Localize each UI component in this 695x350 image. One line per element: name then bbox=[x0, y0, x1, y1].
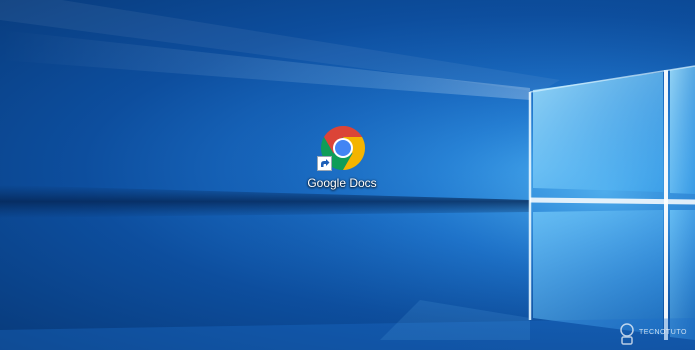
watermark-text: TECNOTUTO bbox=[639, 329, 687, 336]
watermark: TECNOTUTO bbox=[615, 320, 693, 348]
watermark-logo-icon bbox=[620, 323, 634, 345]
shortcut-label: Google Docs bbox=[307, 176, 377, 190]
desktop[interactable]: Google Docs TECNOTUTO bbox=[0, 0, 695, 350]
google-docs-shortcut[interactable]: Google Docs bbox=[302, 120, 382, 198]
shortcut-arrow-icon bbox=[317, 156, 332, 171]
